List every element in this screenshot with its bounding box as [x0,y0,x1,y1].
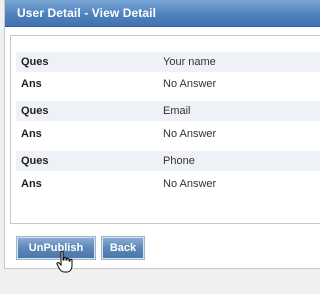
question-label: Ques [21,105,49,117]
panel-title-bar: User Detail - View Detail [5,0,320,27]
detail-row-answer: Ans No Answer [16,174,320,194]
detail-row-question: Ques Your name [16,52,320,72]
answer-label: Ans [21,178,42,190]
question-value: Email [163,105,191,117]
answer-value: No Answer [163,78,217,90]
detail-row-answer: Ans No Answer [16,124,320,144]
answer-value: No Answer [163,178,217,190]
panel-title: User Detail - View Detail [17,6,156,20]
hand-pointer-icon [56,250,73,273]
detail-row-question: Ques Email [16,101,320,121]
answer-label: Ans [21,78,42,90]
back-button[interactable]: Back [101,236,145,260]
detail-row-answer: Ans No Answer [16,74,320,94]
question-label: Ques [21,155,49,167]
question-label: Ques [21,56,49,68]
answer-label: Ans [21,128,42,140]
question-value: Your name [163,56,216,68]
answer-value: No Answer [163,128,217,140]
detail-row-question: Ques Phone [16,151,320,171]
question-value: Phone [163,155,195,167]
